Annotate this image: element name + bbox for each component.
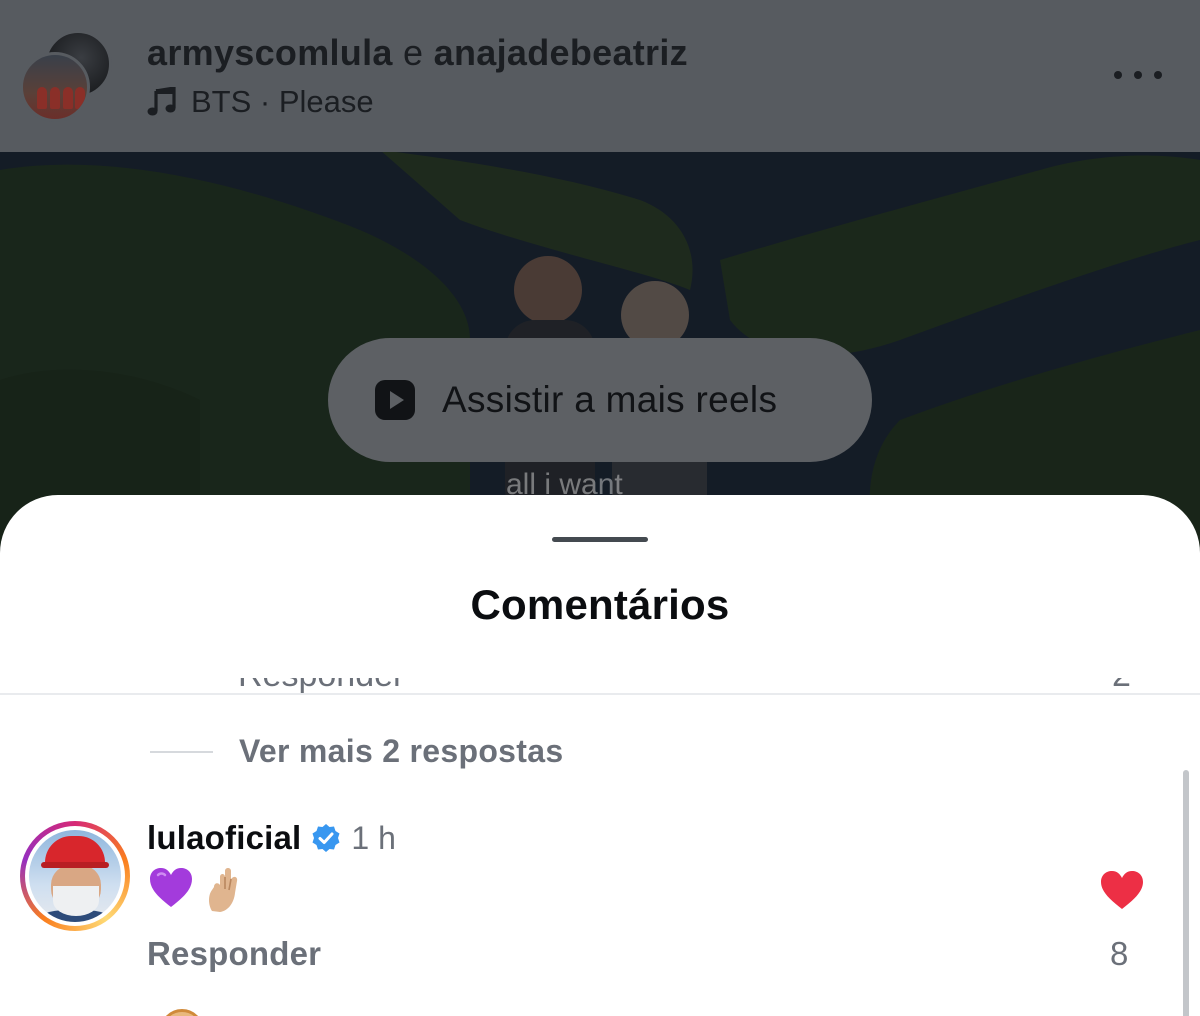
comment-header: lulaoficial 1 h	[147, 819, 396, 857]
sheet-grab-handle[interactable]	[552, 537, 648, 542]
reel-background: armyscomlula e anajadebeatriz BTS · Plea…	[0, 0, 1200, 560]
scrollbar[interactable]	[1183, 770, 1189, 1016]
more-options-icon[interactable]	[1114, 66, 1162, 84]
commenter-avatar[interactable]	[20, 821, 130, 931]
crossed-fingers-icon	[209, 868, 238, 912]
previous-comment-clipped: Responder 2	[0, 678, 1200, 694]
commenter-username[interactable]: lulaoficial	[147, 819, 301, 857]
watch-more-reels-label: Assistir a mais reels	[442, 379, 778, 420]
comment-item: lulaoficial 1 h Responder 8	[0, 815, 1200, 1015]
heart-like-icon[interactable]	[1099, 869, 1145, 911]
audio-separator: ·	[251, 84, 279, 119]
author-joiner: e	[392, 32, 434, 73]
reels-play-icon	[375, 380, 415, 420]
previous-like-count: 2	[1112, 678, 1131, 694]
author-link-anajadebeatriz[interactable]: anajadebeatriz	[434, 32, 688, 73]
purple-heart-icon	[150, 868, 192, 907]
comment-text	[148, 865, 244, 913]
comment-time: 1 h	[351, 819, 396, 856]
audio-label: BTS · Please	[191, 84, 374, 120]
thread-line	[150, 750, 213, 753]
reel-authors: armyscomlula e anajadebeatriz	[147, 32, 688, 74]
audio-song: Please	[278, 84, 374, 119]
comments-sheet: Comentários Responder 2 Ver mais 2 respo…	[0, 495, 1200, 1016]
audio-artist: BTS	[191, 84, 252, 119]
comments-title: Comentários	[470, 581, 730, 628]
avatar-photo	[29, 830, 121, 922]
music-note-icon	[147, 87, 176, 116]
sheet-divider	[0, 693, 1200, 695]
collab-avatars[interactable]	[20, 30, 112, 122]
like-count: 8	[1110, 935, 1129, 972]
view-more-replies-label: Ver mais 2 respostas	[239, 733, 564, 769]
verified-badge-icon	[312, 824, 340, 852]
avatar-armyscomlula[interactable]	[20, 52, 90, 122]
reel-header: armyscomlula e anajadebeatriz BTS · Plea…	[0, 0, 1200, 152]
screen: armyscomlula e anajadebeatriz BTS · Plea…	[0, 0, 1200, 1016]
watch-more-reels-button[interactable]: Assistir a mais reels	[328, 338, 872, 462]
previous-reply-button[interactable]: Responder	[238, 678, 404, 694]
author-link-armyscomlula[interactable]: armyscomlula	[147, 32, 393, 73]
reel-audio-link[interactable]: BTS · Please	[147, 84, 374, 120]
view-more-replies[interactable]: Ver mais 2 respostas	[150, 733, 563, 770]
reply-button[interactable]: Responder	[147, 935, 321, 973]
